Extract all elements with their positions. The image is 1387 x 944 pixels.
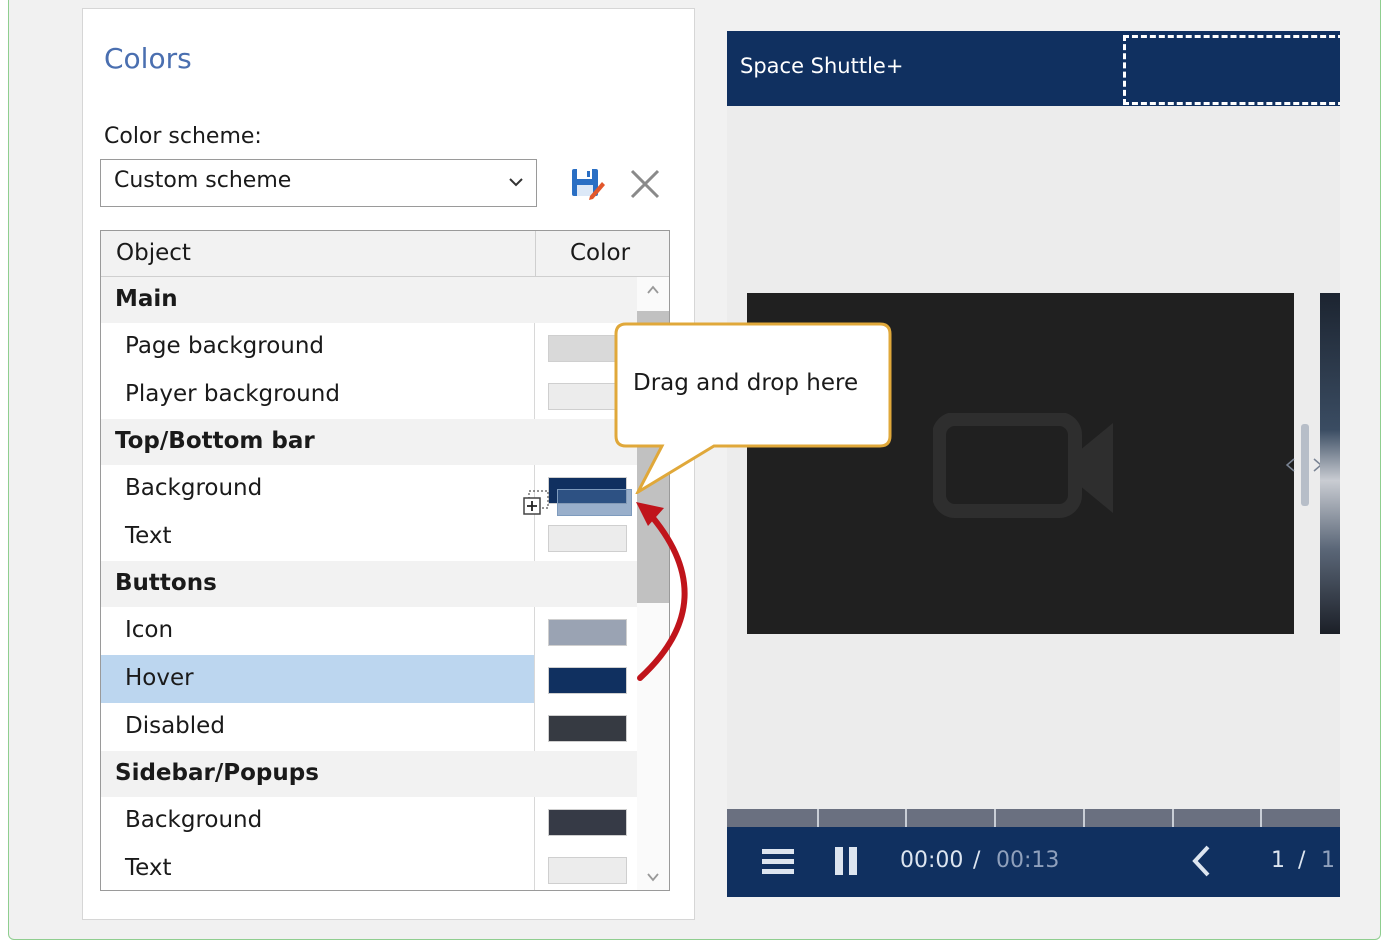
preview-top-bar: Space Shuttle+: [727, 31, 1340, 106]
drop-target-area[interactable]: [1123, 35, 1340, 105]
object-label: Disabled: [125, 713, 225, 739]
color-swatch[interactable]: [548, 667, 627, 694]
splitter-arrows-icon: [1285, 458, 1323, 472]
color-swatch[interactable]: [548, 809, 627, 836]
color-object-row[interactable]: Text: [101, 845, 637, 890]
object-label: Player background: [125, 381, 340, 407]
group-label: Buttons: [115, 570, 217, 596]
color-scheme-value: Custom scheme: [114, 168, 292, 193]
slide-separator: /: [1298, 848, 1306, 873]
close-icon[interactable]: [628, 167, 662, 201]
callout-text: Drag and drop here: [633, 370, 859, 396]
colors-settings-panel: Colors Color scheme: Custom scheme Objec…: [82, 8, 695, 920]
menu-icon[interactable]: [762, 846, 794, 876]
timeline-tick: [1172, 809, 1174, 827]
panel-title: Colors: [104, 42, 192, 75]
color-object-row[interactable]: Icon: [101, 607, 637, 655]
column-divider: [535, 231, 536, 277]
timeline-tick: [817, 809, 819, 827]
group-header: Buttons: [101, 561, 637, 607]
pause-icon[interactable]: [833, 846, 859, 876]
group-header: Sidebar/Popups: [101, 751, 637, 797]
preview-bottom-bar: 00:00 / 00:13 1 / 1: [727, 827, 1340, 897]
group-header: Top/Bottom bar: [101, 419, 637, 465]
group-label: Main: [115, 286, 178, 312]
drag-hint-callout: [614, 322, 892, 494]
object-label: Page background: [125, 333, 325, 359]
color-scheme-label: Color scheme:: [104, 124, 262, 149]
object-label: Icon: [125, 617, 174, 643]
scroll-up-icon[interactable]: [645, 283, 661, 297]
color-swatch[interactable]: [548, 857, 627, 884]
group-label: Sidebar/Popups: [115, 760, 319, 786]
color-swatch[interactable]: [548, 525, 627, 552]
group-header: Main: [101, 277, 637, 323]
total-slides: 1: [1321, 848, 1335, 873]
timeline-tick: [1083, 809, 1085, 827]
group-label: Top/Bottom bar: [115, 428, 315, 454]
color-swatch[interactable]: [548, 619, 627, 646]
color-object-row[interactable]: Background: [101, 797, 637, 845]
drag-direction-arrow-icon: [636, 502, 688, 681]
column-header-object[interactable]: Object: [116, 240, 191, 266]
color-object-row[interactable]: Disabled: [101, 703, 637, 751]
object-label: Text: [125, 855, 172, 881]
chevron-down-icon: [509, 178, 523, 187]
color-object-row[interactable]: Player background: [101, 371, 637, 419]
color-swatch[interactable]: [548, 715, 627, 742]
grid-header: Object Color: [101, 231, 669, 277]
slide-thumbnail[interactable]: [1320, 293, 1340, 634]
drag-copy-cursor-icon: [523, 490, 549, 515]
color-cell: [534, 845, 637, 890]
timeline-tick: [994, 809, 996, 827]
color-cell: [534, 703, 637, 751]
object-label: Background: [125, 475, 263, 501]
time-separator: /: [973, 848, 981, 873]
current-slide-number: 1: [1271, 848, 1285, 873]
object-label: Hover: [125, 665, 194, 691]
timeline-tick: [1260, 809, 1262, 827]
color-scheme-dropdown[interactable]: Custom scheme: [100, 159, 537, 207]
color-object-row[interactable]: Text: [101, 513, 637, 561]
total-time: 00:13: [996, 848, 1060, 873]
object-label: Text: [125, 523, 172, 549]
timeline-progress[interactable]: [727, 809, 1340, 827]
current-time: 00:00: [900, 848, 964, 873]
presentation-title: Space Shuttle+: [740, 54, 904, 78]
prev-icon[interactable]: [1189, 843, 1213, 879]
object-label: Background: [125, 807, 263, 833]
color-cell: [534, 797, 637, 845]
grid-body: Main Page background Player background Top/…: [101, 277, 637, 890]
color-object-row[interactable]: Hover: [101, 655, 637, 703]
timeline-tick: [905, 809, 907, 827]
color-object-row[interactable]: Page background: [101, 323, 637, 371]
video-camera-icon: [933, 413, 1113, 518]
column-header-color[interactable]: Color: [570, 240, 630, 266]
save-icon[interactable]: [570, 166, 606, 200]
color-object-grid: Object Color Main Page background Player b…: [100, 230, 670, 891]
scroll-down-icon[interactable]: [645, 870, 661, 884]
